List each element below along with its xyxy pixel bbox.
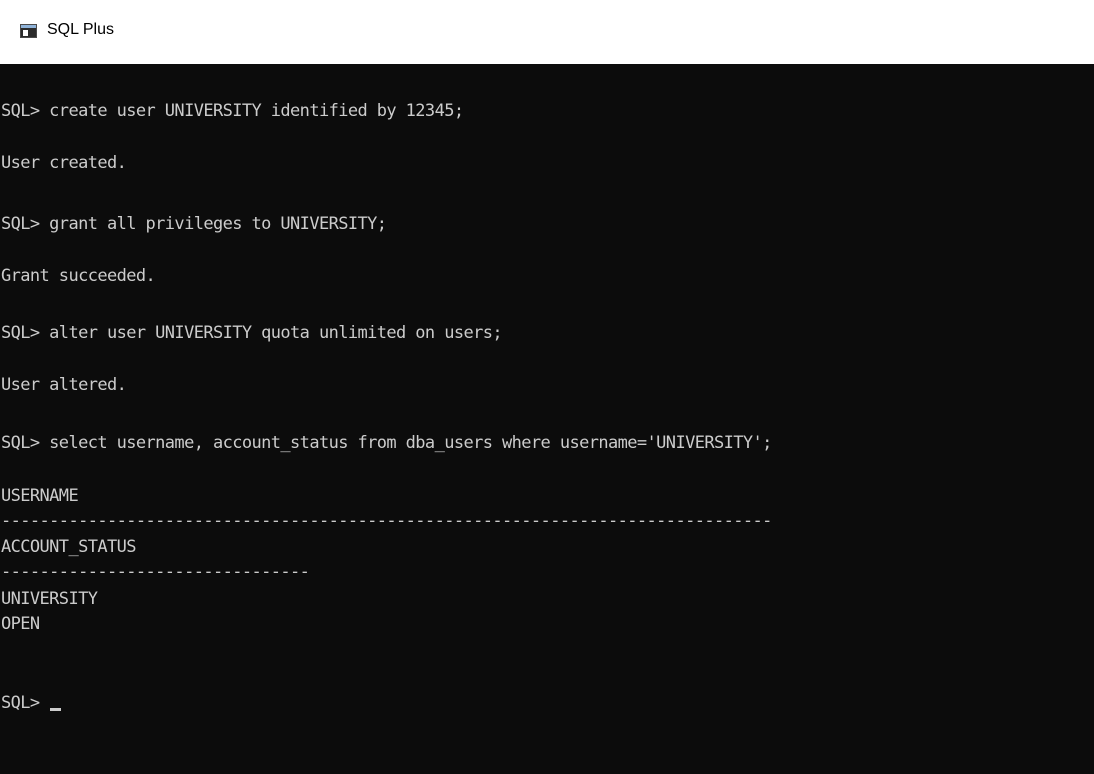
column-header-username: USERNAME — [1, 486, 79, 506]
command-prompt[interactable]: SQL> — [1, 692, 62, 714]
sqlplus-window: SQL Plus SQL> create user UNIVERSITY ide… — [0, 0, 1094, 774]
column-separator-username: ----------------------------------------… — [1, 511, 772, 531]
result-value-username: UNIVERSITY — [1, 589, 98, 609]
command-line-select: SQL> select username, account_status fro… — [1, 433, 772, 453]
title-bar[interactable]: SQL Plus — [0, 0, 1094, 64]
column-separator-account-status: -------------------------------- — [1, 562, 310, 582]
output-grant-succeeded: Grant succeeded. — [1, 266, 156, 286]
command-line-grant: SQL> grant all privileges to UNIVERSITY; — [1, 214, 387, 234]
command-line-alter-user: SQL> alter user UNIVERSITY quota unlimit… — [1, 323, 503, 343]
text-cursor — [50, 708, 62, 711]
console-output[interactable]: SQL> create user UNIVERSITY identified b… — [0, 64, 1094, 774]
command-line-create-user: SQL> create user UNIVERSITY identified b… — [1, 101, 464, 121]
result-value-account-status: OPEN — [1, 614, 40, 634]
window-title: SQL Plus — [47, 21, 114, 38]
prompt-text: SQL> — [1, 693, 50, 713]
output-user-created: User created. — [1, 153, 127, 173]
output-user-altered: User altered. — [1, 375, 127, 395]
console-window-icon — [20, 24, 37, 38]
column-header-account-status: ACCOUNT_STATUS — [1, 537, 136, 557]
